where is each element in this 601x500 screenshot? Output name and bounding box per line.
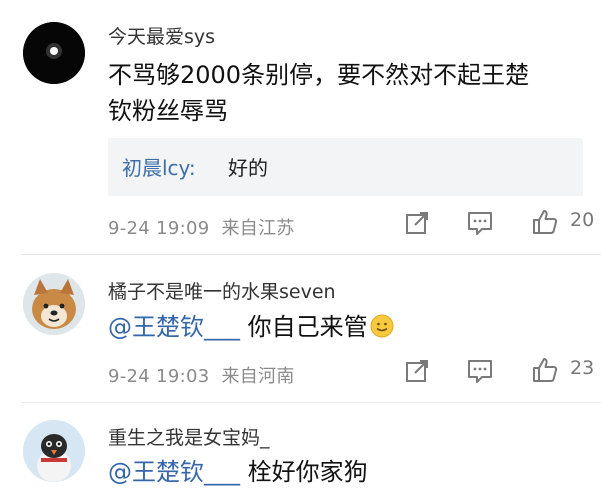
avatar[interactable] — [23, 420, 85, 482]
dog-avatar-image — [23, 273, 85, 335]
comment-body: 栓好你家狗 — [240, 458, 368, 486]
comment-text: @王楚钦___ 你自己来管 — [108, 307, 394, 347]
username[interactable]: 橘子不是唯一的水果seven — [108, 277, 336, 304]
mention-link[interactable]: @王楚钦___ — [108, 313, 240, 341]
like-count: 23 — [570, 357, 595, 379]
comment-actions: 23 — [400, 355, 600, 389]
reply-preview[interactable]: 初晨lcy: 好的 — [108, 138, 583, 196]
like-count: 20 — [570, 209, 595, 231]
reply-text: 好的 — [228, 156, 268, 180]
comment-meta: 9-24 19:09 来自江苏 — [108, 214, 295, 240]
avatar[interactable] — [23, 273, 85, 335]
reply-username[interactable]: 初晨lcy: — [122, 152, 196, 181]
comment-actions: 20 — [400, 207, 600, 241]
divider — [22, 402, 601, 403]
location: 来自河南 — [221, 366, 295, 387]
share-icon[interactable] — [403, 209, 431, 237]
thumbs-up-icon[interactable] — [531, 356, 559, 384]
location: 来自江苏 — [221, 218, 295, 239]
mention-link[interactable]: @王楚钦___ — [108, 458, 240, 486]
smile-emoji-icon — [370, 314, 394, 338]
comment-text: @王楚钦___ 栓好你家狗 — [108, 452, 368, 492]
comment-text-line-1: 不骂够2000条别停，要不然对不起王楚 — [108, 61, 530, 89]
comment-body: 你自己来管 — [240, 313, 368, 341]
thumbs-up-icon[interactable] — [531, 208, 559, 236]
share-icon[interactable] — [403, 357, 431, 385]
comment-icon[interactable] — [466, 357, 494, 385]
comment-icon[interactable] — [466, 209, 494, 237]
username[interactable]: 重生之我是女宝妈_ — [108, 423, 270, 450]
bird-avatar-image — [23, 420, 85, 482]
username[interactable]: 今天最爱sys — [108, 22, 215, 49]
divider — [22, 254, 601, 255]
comment-text-line-2: 钦粉丝辱骂 — [108, 97, 228, 125]
avatar-image — [23, 22, 85, 84]
timestamp: 9-24 19:03 — [108, 366, 210, 387]
avatar[interactable] — [23, 22, 85, 84]
comment-meta: 9-24 19:03 来自河南 — [108, 362, 295, 388]
timestamp: 9-24 19:09 — [108, 218, 210, 239]
